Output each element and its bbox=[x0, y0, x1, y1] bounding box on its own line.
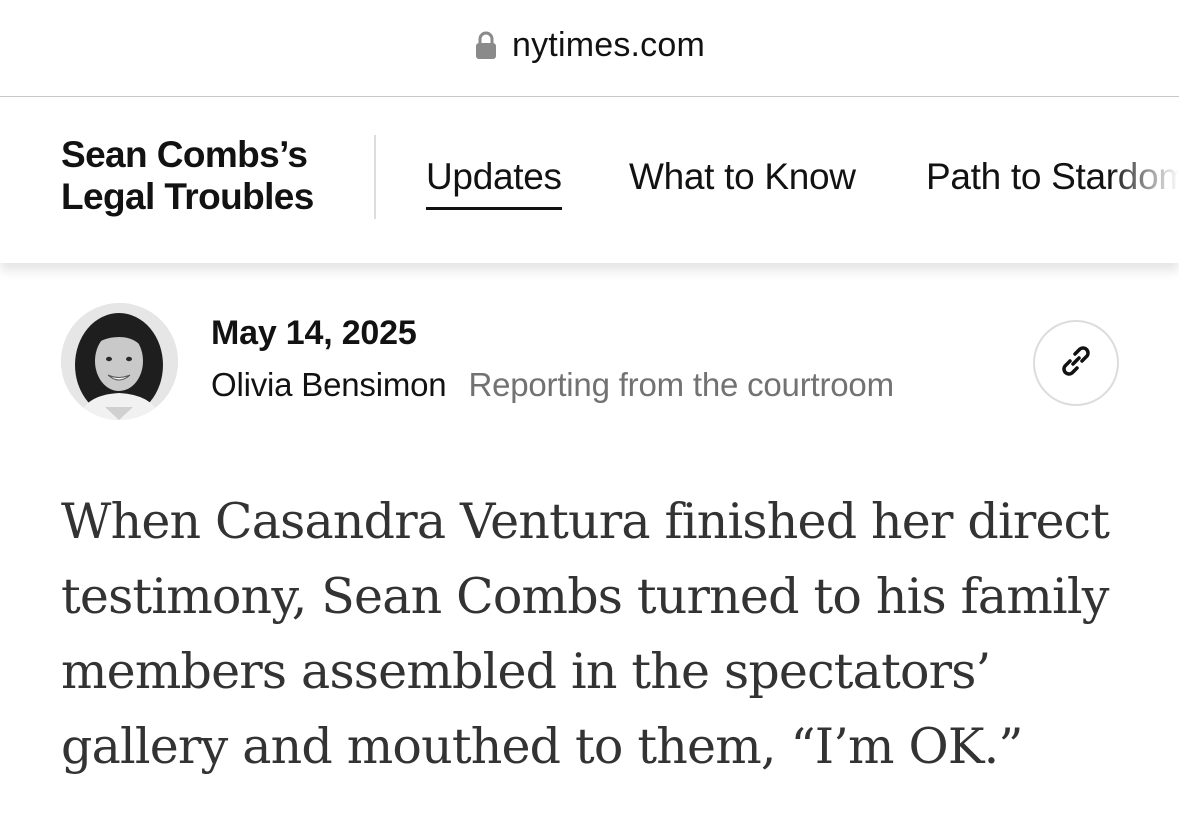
lock-icon bbox=[474, 30, 498, 60]
address-bar[interactable]: nytimes.com bbox=[0, 0, 1179, 97]
author-name[interactable]: Olivia Bensimon bbox=[211, 366, 447, 403]
copy-link-button[interactable] bbox=[1033, 320, 1119, 406]
tab-updates[interactable]: Updates bbox=[426, 156, 562, 210]
reporting-location: Reporting from the courtroom bbox=[468, 366, 894, 403]
byline: Olivia Bensimon Reporting from the courtr… bbox=[211, 366, 894, 404]
article-paragraph: When Casandra Ventura finished her direc… bbox=[61, 493, 1110, 775]
nav-scroll-fade bbox=[1109, 98, 1179, 263]
url-text[interactable]: nytimes.com bbox=[512, 26, 705, 65]
link-icon bbox=[1056, 341, 1096, 386]
tab-what-to-know[interactable]: What to Know bbox=[629, 156, 856, 198]
topic-title[interactable]: Sean Combs’s Legal Troubles bbox=[61, 134, 314, 218]
author-avatar bbox=[61, 303, 178, 420]
topic-title-line-1: Sean Combs’s bbox=[61, 134, 308, 175]
nav-divider bbox=[374, 135, 376, 219]
topic-title-line-2: Legal Troubles bbox=[61, 176, 314, 217]
topic-nav-bar: Sean Combs’s Legal Troubles Updates What… bbox=[0, 98, 1179, 263]
post-date: May 14, 2025 bbox=[211, 314, 417, 352]
